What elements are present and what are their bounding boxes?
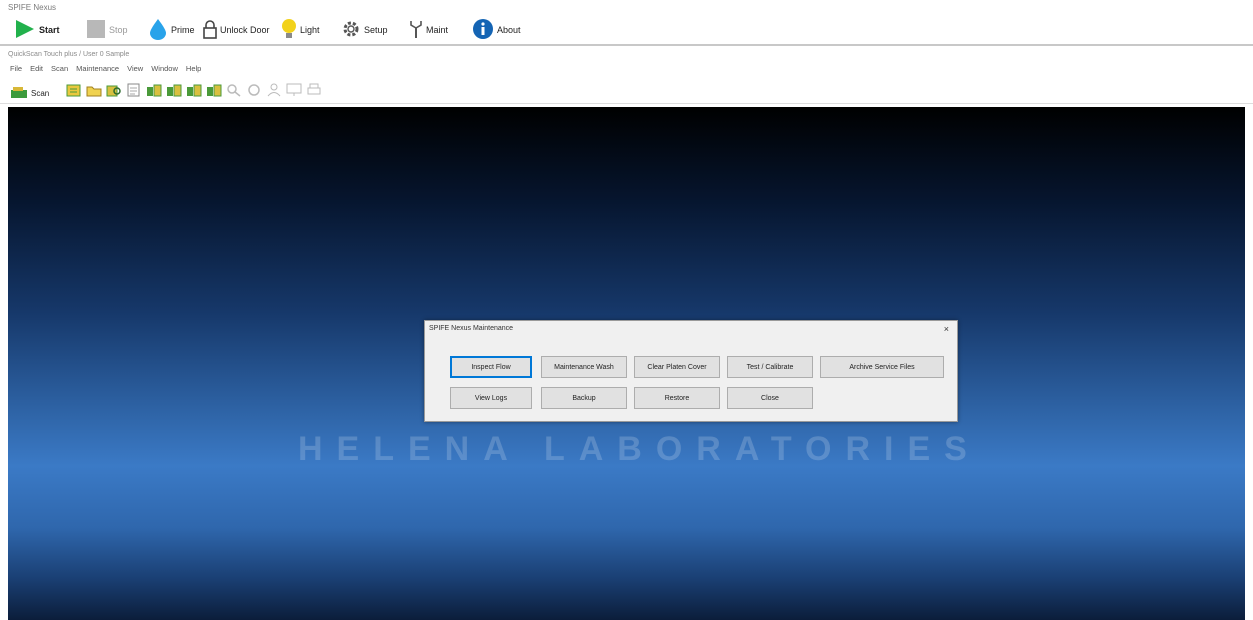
scan-group-4-icon[interactable] <box>206 83 222 97</box>
info-icon <box>472 18 494 42</box>
document-path: QuickScan Touch plus / User 0 Sample <box>8 51 130 58</box>
menu-help[interactable]: Help <box>186 64 201 76</box>
lightbulb-icon <box>281 18 297 42</box>
archive-service-files-button[interactable]: Archive Service Files <box>820 356 944 378</box>
stop-button[interactable]: Stop <box>86 19 128 41</box>
brand-watermark: HELENA LABORATORIES <box>298 430 981 468</box>
droplet-icon <box>148 18 168 42</box>
about-label: About <box>497 25 521 35</box>
scan-group-3-icon[interactable] <box>186 83 202 97</box>
gear-icon <box>341 19 361 41</box>
setup-label: Setup <box>364 25 388 35</box>
restore-button[interactable]: Restore <box>634 387 720 409</box>
start-label: Start <box>39 25 60 35</box>
print-disabled-icon[interactable] <box>306 83 322 97</box>
light-label: Light <box>300 25 320 35</box>
stop-label: Stop <box>109 25 128 35</box>
window-title: SPIFE Nexus <box>8 3 57 12</box>
scan-group-2-icon[interactable] <box>166 83 182 97</box>
inspect-flow-button[interactable]: Inspect Flow <box>450 356 532 378</box>
menu-view[interactable]: View <box>127 64 143 76</box>
toolbar2-divider <box>0 103 1253 104</box>
zoom-disabled-icon[interactable] <box>226 83 242 97</box>
prime-label: Prime <box>171 25 195 35</box>
backup-button[interactable]: Backup <box>541 387 627 409</box>
user-disabled-icon[interactable] <box>266 83 282 97</box>
menu-scan[interactable]: Scan <box>51 64 68 76</box>
refresh-disabled-icon[interactable] <box>246 83 262 97</box>
menu-window[interactable]: Window <box>151 64 178 76</box>
open-folder-icon[interactable] <box>86 83 102 97</box>
main-toolbar: Start Stop Prime Unlock Door Light Setup <box>0 14 1253 46</box>
about-button[interactable]: About <box>472 19 521 41</box>
scan-group-1-icon[interactable] <box>146 83 162 97</box>
maint-button[interactable]: Maint <box>409 19 448 41</box>
view-logs-button[interactable]: View Logs <box>450 387 532 409</box>
toolbar-divider <box>0 44 1253 46</box>
test-calibrate-button[interactable]: Test / Calibrate <box>727 356 813 378</box>
setup-button[interactable]: Setup <box>341 19 388 41</box>
prime-button[interactable]: Prime <box>148 19 195 41</box>
start-button[interactable]: Start <box>14 19 60 41</box>
unlock-door-label: Unlock Door <box>220 25 270 35</box>
play-icon <box>14 19 36 41</box>
monitor-disabled-icon[interactable] <box>286 83 302 97</box>
menu-maintenance[interactable]: Maintenance <box>76 64 119 76</box>
document-icon[interactable] <box>126 83 142 97</box>
secondary-toolbar: Scan <box>0 78 1253 104</box>
new-scan-icon[interactable] <box>66 83 82 97</box>
dialog-title: SPIFE Nexus Maintenance <box>429 325 514 332</box>
scanner-icon <box>10 85 28 101</box>
menu-file[interactable]: File <box>10 64 22 76</box>
maint-label: Maint <box>426 25 449 35</box>
scan-button[interactable]: Scan <box>10 82 49 104</box>
light-button[interactable]: Light <box>281 19 320 41</box>
unlock-door-button[interactable]: Unlock Door <box>203 19 270 41</box>
close-button[interactable]: Close <box>727 387 813 409</box>
maintenance-dialog: SPIFE Nexus Maintenance × Inspect Flow M… <box>424 320 958 422</box>
scan-label: Scan <box>31 88 50 98</box>
clear-platen-cover-button[interactable]: Clear Platen Cover <box>634 356 720 378</box>
padlock-icon <box>203 19 217 41</box>
close-icon[interactable]: × <box>944 324 949 334</box>
maintenance-wash-button[interactable]: Maintenance Wash <box>541 356 627 378</box>
menu-bar: File Edit Scan Maintenance View Window H… <box>0 64 1253 76</box>
wrench-icon <box>409 19 423 41</box>
menu-edit[interactable]: Edit <box>30 64 43 76</box>
stop-icon <box>86 19 106 41</box>
search-scan-icon[interactable] <box>106 83 122 97</box>
